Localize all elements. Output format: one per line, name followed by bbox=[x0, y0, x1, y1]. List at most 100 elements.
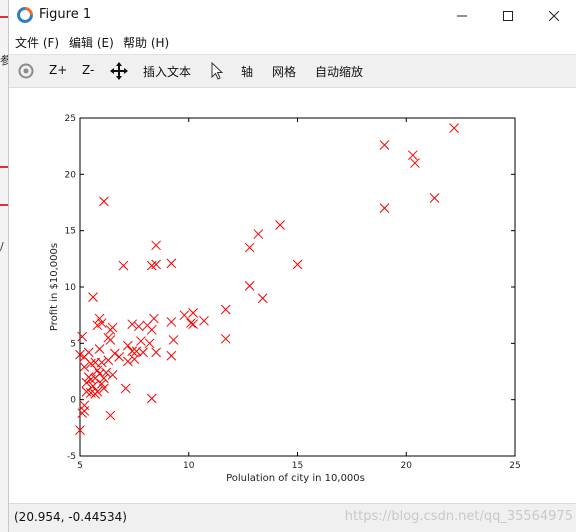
zoom-in-button[interactable]: Z+ bbox=[49, 63, 67, 77]
data-point-marker bbox=[107, 370, 118, 380]
data-point-marker bbox=[253, 229, 264, 239]
data-point-marker bbox=[103, 332, 114, 343]
y-tick-label: 0 bbox=[70, 396, 76, 406]
title-bar[interactable]: Figure 1 bbox=[9, 0, 576, 31]
data-point-marker bbox=[99, 196, 109, 207]
data-point-marker bbox=[199, 315, 209, 326]
data-point-marker bbox=[257, 293, 268, 304]
background-fragment: / bbox=[0, 240, 4, 253]
x-tick-label: 5 bbox=[77, 461, 83, 471]
y-tick-label: 10 bbox=[65, 283, 77, 293]
axis-button[interactable]: 轴 bbox=[241, 63, 253, 80]
data-point-marker bbox=[105, 324, 116, 335]
window-title: Figure 1 bbox=[39, 7, 92, 22]
axes-box bbox=[79, 117, 516, 457]
data-point-marker bbox=[151, 347, 161, 358]
y-tick-label: 25 bbox=[65, 114, 76, 124]
grid-button[interactable]: 网格 bbox=[272, 63, 296, 80]
data-point-marker bbox=[407, 150, 418, 161]
data-point-marker bbox=[220, 304, 231, 315]
select-pointer-icon[interactable] bbox=[210, 62, 224, 80]
menu-bar: 文件 (F) 编辑 (E) 帮助 (H) bbox=[9, 31, 576, 53]
data-point-marker bbox=[92, 320, 103, 331]
scatter-plot[interactable]: 5 10 15 20 25 -5 0 5 10 15 20 25 Polulation of city … bbox=[9, 89, 576, 503]
data-point-marker bbox=[292, 259, 303, 270]
data-point-marker bbox=[127, 346, 138, 357]
data-point-marker bbox=[88, 292, 98, 302]
maximize-icon bbox=[503, 10, 513, 21]
data-point-marker bbox=[136, 336, 146, 346]
data-point-marker bbox=[179, 310, 190, 321]
data-point-marker bbox=[120, 383, 131, 394]
data-point-marker bbox=[138, 347, 148, 358]
data-point-marker bbox=[166, 350, 177, 361]
y-tick-label: 15 bbox=[65, 227, 76, 237]
data-point-marker bbox=[379, 203, 390, 213]
data-point-marker bbox=[146, 324, 157, 335]
data-point-marker bbox=[94, 344, 105, 354]
data-point-marker bbox=[244, 242, 255, 253]
data-point-marker bbox=[131, 346, 142, 357]
data-point-marker bbox=[166, 258, 177, 269]
background-mark bbox=[0, 16, 8, 18]
x-tick-label: 25 bbox=[509, 461, 520, 471]
octave-app-icon bbox=[17, 7, 33, 23]
data-point-marker bbox=[166, 317, 177, 327]
data-point-marker bbox=[118, 260, 129, 271]
data-point-marker bbox=[275, 220, 285, 230]
data-point-marker bbox=[188, 308, 198, 318]
maximize-button[interactable] bbox=[485, 0, 531, 31]
menu-edit[interactable]: 编辑 (E) bbox=[69, 34, 114, 51]
background-mark bbox=[0, 204, 8, 206]
data-point-marker bbox=[144, 338, 155, 349]
status-bar: (20.954, -0.44534) https://blog.csdn.net… bbox=[9, 503, 576, 532]
y-tick-label: 20 bbox=[65, 170, 77, 180]
data-point-marker bbox=[429, 193, 440, 203]
data-point-marker bbox=[127, 319, 138, 330]
rotate-icon[interactable] bbox=[17, 62, 35, 80]
y-axis-label: Profit in $10,000s bbox=[49, 243, 60, 331]
data-point-marker bbox=[77, 408, 88, 419]
data-point-marker bbox=[114, 351, 125, 362]
data-point-marker bbox=[92, 365, 103, 376]
data-point-marker bbox=[129, 354, 140, 364]
data-point-marker bbox=[168, 335, 179, 345]
background-window-edge: 参 / bbox=[0, 0, 11, 532]
close-icon bbox=[549, 10, 559, 21]
data-point-marker bbox=[146, 393, 157, 404]
x-tick-label: 10 bbox=[183, 461, 195, 471]
zoom-out-button[interactable]: Z- bbox=[82, 63, 94, 77]
data-point-marker bbox=[109, 348, 120, 359]
data-point-marker bbox=[83, 347, 94, 358]
close-button[interactable] bbox=[531, 0, 576, 31]
data-point-marker bbox=[449, 123, 459, 133]
x-tick-label: 15 bbox=[292, 461, 303, 471]
autoscale-button[interactable]: 自动缩放 bbox=[315, 63, 363, 80]
watermark: https://blog.csdn.net/qq_35564975 bbox=[344, 509, 573, 524]
pan-icon[interactable] bbox=[110, 62, 128, 80]
y-tick-label: -5 bbox=[67, 452, 76, 462]
menu-help[interactable]: 帮助 (H) bbox=[123, 34, 169, 51]
cursor-coordinates: (20.954, -0.44534) bbox=[14, 510, 127, 524]
menu-file[interactable]: 文件 (F) bbox=[15, 34, 59, 51]
data-point-marker bbox=[151, 240, 161, 251]
minimize-icon bbox=[457, 15, 467, 16]
toolbar: Z+ Z- 插入文本 轴 网格 自动缩放 bbox=[9, 54, 576, 88]
y-tick-label: 5 bbox=[70, 339, 76, 349]
data-point-marker bbox=[77, 331, 88, 342]
data-point-marker bbox=[410, 158, 420, 168]
insert-text-button[interactable]: 插入文本 bbox=[143, 63, 191, 80]
x-axis-label: Polulation of city in 10,000s bbox=[226, 473, 365, 484]
data-point-marker bbox=[220, 333, 231, 344]
plot-canvas[interactable]: 5 10 15 20 25 -5 0 5 10 15 20 25 Polulation of city … bbox=[9, 89, 576, 503]
minimize-button[interactable] bbox=[439, 0, 485, 31]
data-point-marker bbox=[133, 321, 144, 332]
data-point-marker bbox=[122, 340, 133, 351]
data-point-marker bbox=[379, 140, 390, 150]
data-point-marker bbox=[122, 356, 133, 367]
data-point-marker bbox=[105, 410, 116, 421]
figure-window: Figure 1 文件 (F) 编辑 (E) 帮助 (H) Z+ Z- 插入文本… bbox=[8, 0, 576, 532]
data-point-marker bbox=[244, 281, 255, 291]
x-tick-label: 20 bbox=[401, 461, 413, 471]
background-mark bbox=[0, 166, 8, 168]
